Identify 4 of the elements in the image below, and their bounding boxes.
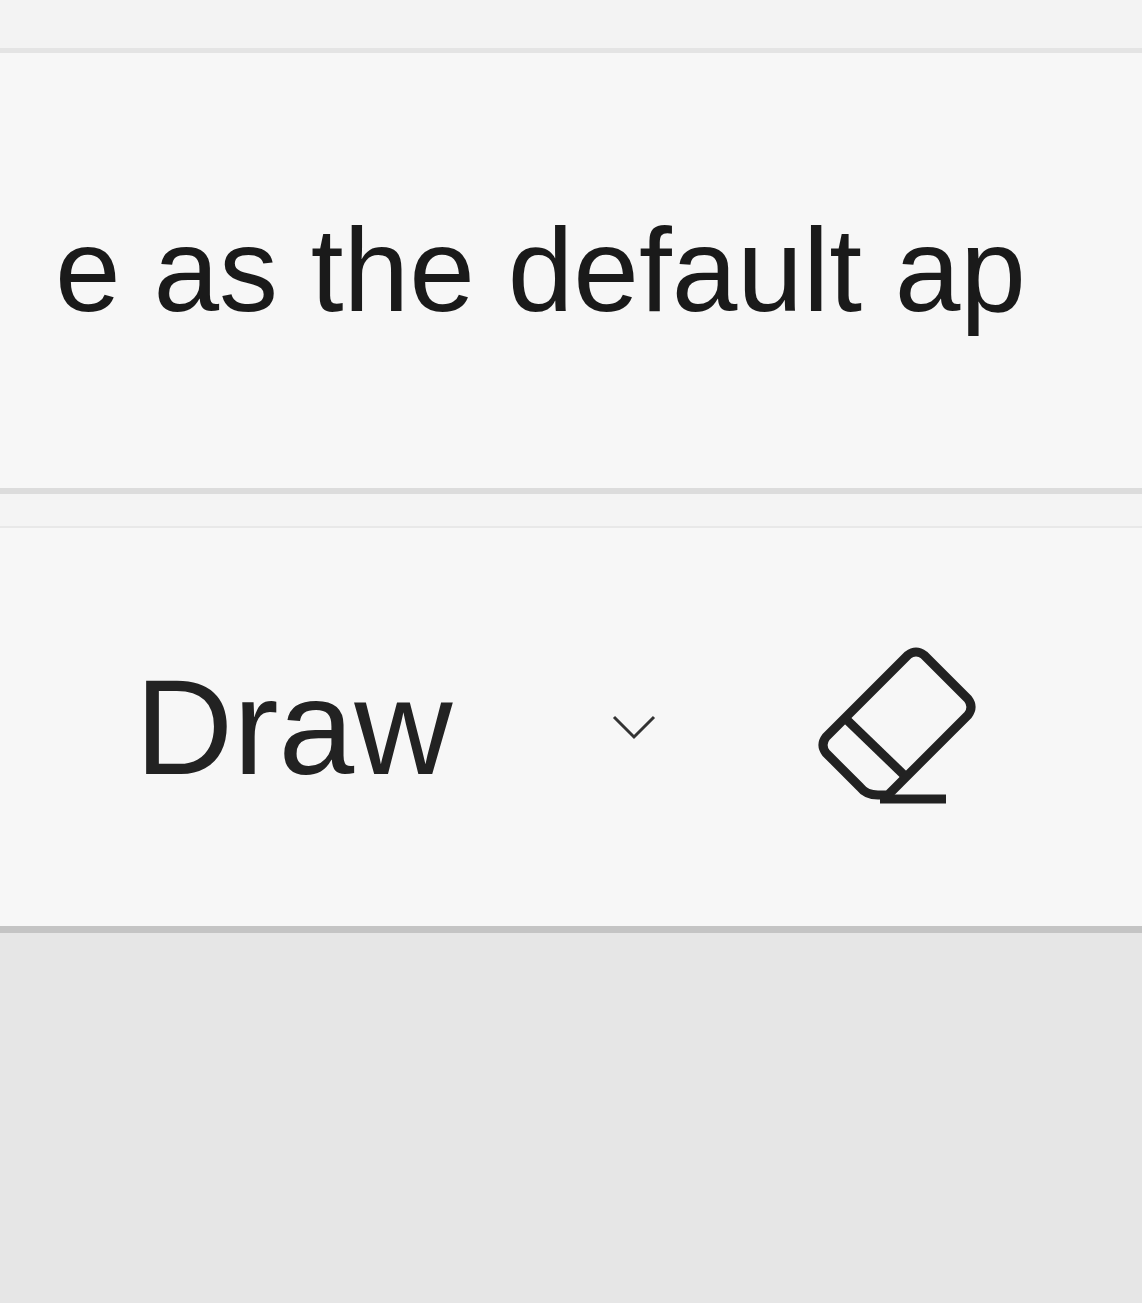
notification-text: e as the default ap [55, 202, 1026, 338]
chevron-down-icon [612, 714, 657, 740]
draw-dropdown[interactable]: Draw [135, 649, 657, 805]
eraser-icon[interactable] [816, 647, 977, 807]
